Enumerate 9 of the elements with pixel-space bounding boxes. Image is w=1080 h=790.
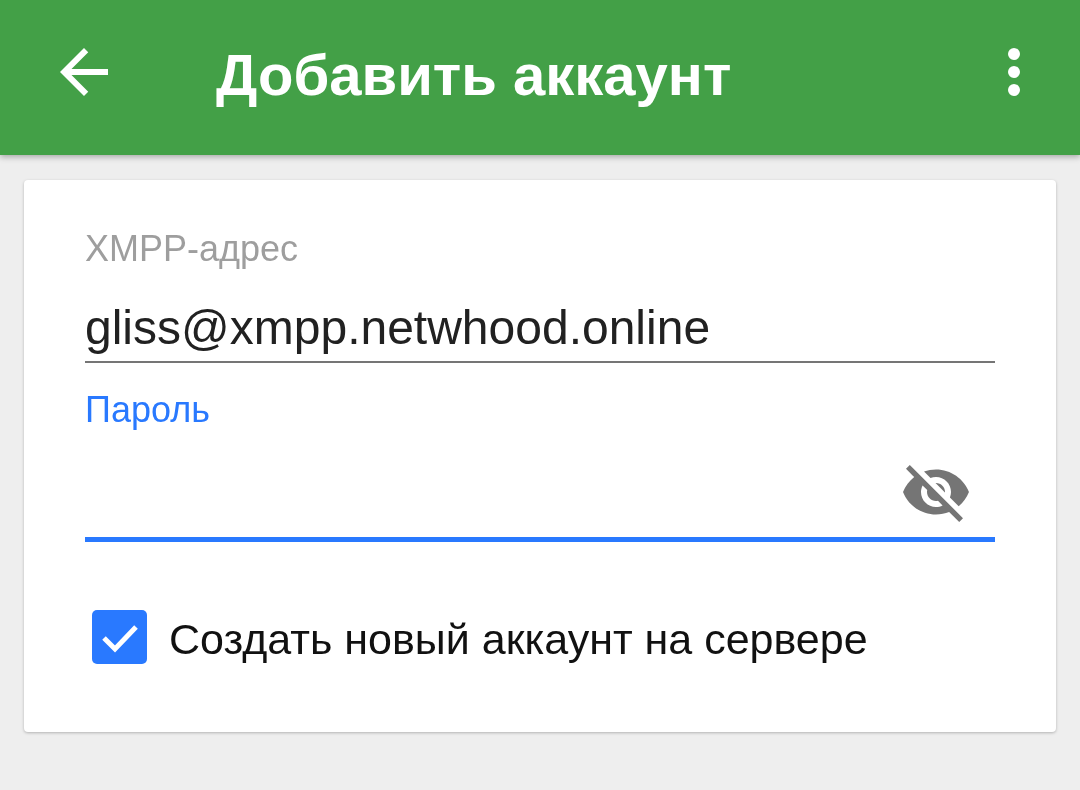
vertical-dots-icon[interactable] — [1007, 47, 1021, 96]
screen-title: Добавить аккаунт — [216, 40, 732, 109]
field-label: XMPP-адрес — [85, 228, 300, 270]
arrow-left-icon[interactable] — [60, 47, 108, 96]
checkbox-icon[interactable] — [92, 610, 147, 664]
address-field[interactable]: gliss@xmpp.netwhood.online — [85, 270, 995, 363]
eye-slash-icon[interactable] — [903, 465, 969, 522]
checkbox-label[interactable]: Создать новый аккаунт на сервере — [169, 614, 868, 664]
field-label: Пароль — [85, 389, 211, 431]
